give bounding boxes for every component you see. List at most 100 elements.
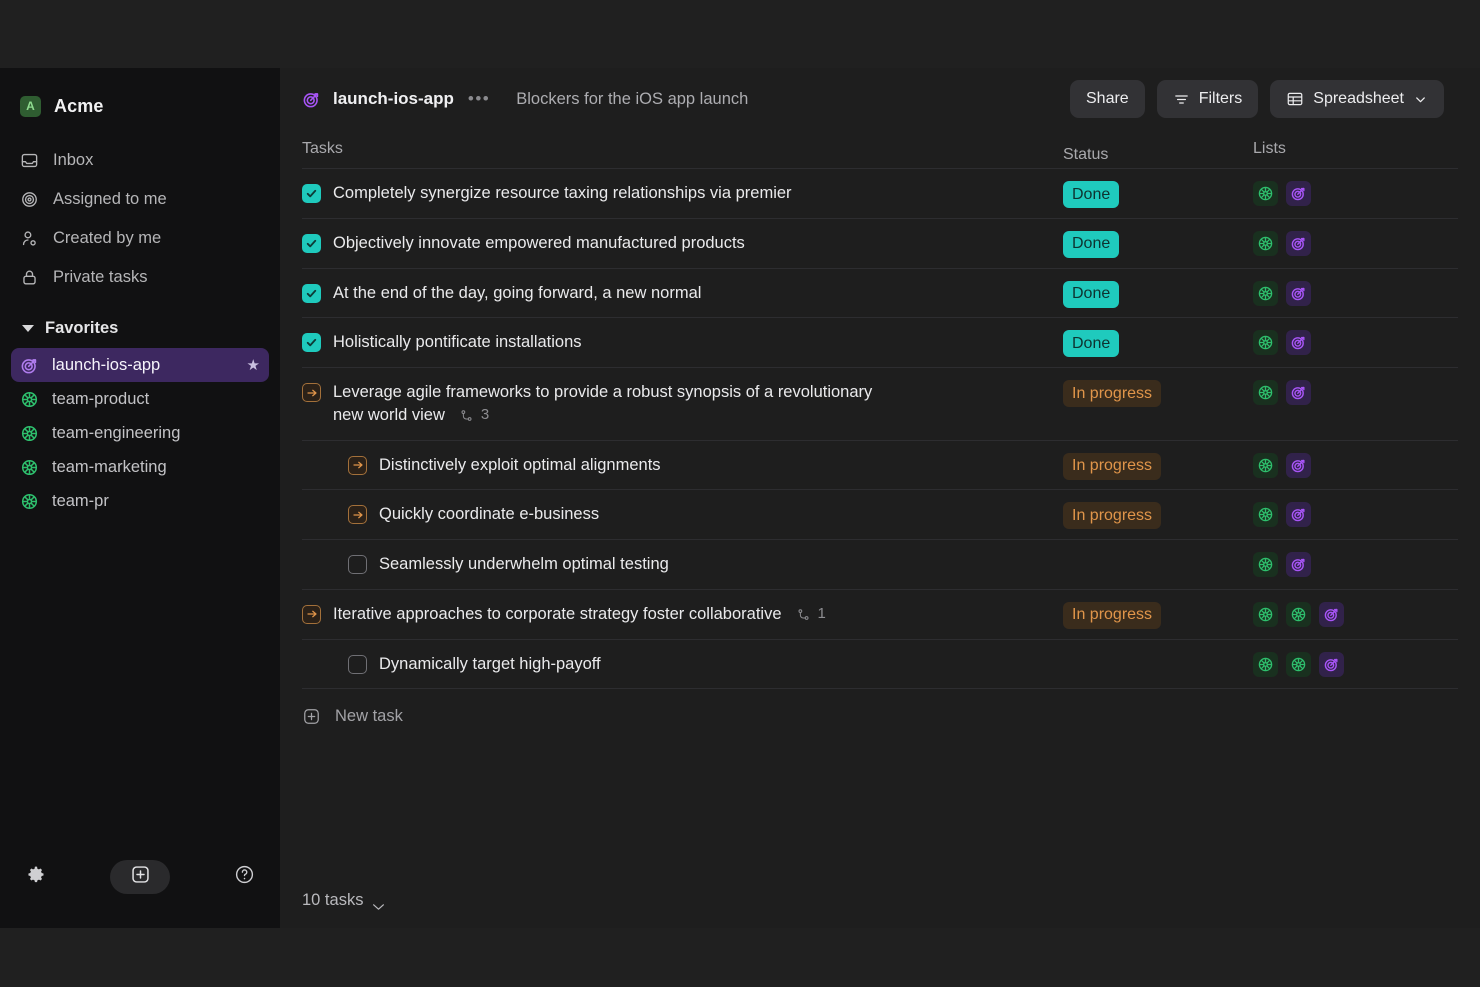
add-button[interactable] — [110, 860, 170, 894]
status-cell[interactable]: In progress — [1063, 441, 1253, 480]
list-chip-team-icon[interactable] — [1253, 552, 1278, 578]
lists-cell[interactable] — [1253, 368, 1458, 406]
sidebar-item-label: Inbox — [53, 151, 94, 169]
star-icon[interactable]: ★ — [247, 356, 260, 374]
status-cell[interactable]: Done — [1063, 219, 1253, 258]
task-checkbox-icon[interactable] — [348, 654, 367, 674]
status-cell[interactable]: Done — [1063, 169, 1253, 208]
lists-cell[interactable] — [1253, 318, 1458, 356]
table-row[interactable]: Leverage agile frameworks to provide a r… — [302, 367, 1458, 440]
list-chip-goal-icon[interactable] — [1319, 601, 1344, 627]
sidebar-item-created-by-me[interactable]: Created by me — [0, 219, 280, 258]
table-row[interactable]: Distinctively exploit optimal alignments… — [302, 439, 1458, 490]
lists-cell[interactable] — [1253, 269, 1458, 306]
sidebar-item-inbox[interactable]: Inbox — [0, 141, 280, 180]
inbox-icon — [20, 151, 39, 170]
table-row[interactable]: Iterative approaches to corporate strate… — [302, 588, 1458, 639]
list-chip-goal-icon[interactable] — [1286, 380, 1311, 406]
list-chip-goal-icon[interactable] — [1286, 502, 1311, 528]
table-row[interactable]: Seamlessly underwhelm optimal testing — [302, 539, 1458, 589]
help-button[interactable] — [230, 863, 258, 891]
favorites-section-header[interactable]: Favorites — [0, 308, 280, 348]
task-in-progress-icon[interactable] — [302, 383, 321, 403]
task-checkbox-checked-icon[interactable] — [302, 333, 321, 353]
task-cell: Objectively innovate empowered manufactu… — [302, 219, 1063, 268]
list-chip-team-icon[interactable] — [1253, 502, 1278, 528]
list-chip-team-icon[interactable] — [1253, 181, 1278, 206]
task-in-progress-icon[interactable] — [348, 505, 367, 525]
task-checkbox-checked-icon[interactable] — [302, 283, 321, 303]
list-chip-goal-icon[interactable] — [1286, 230, 1311, 256]
list-chip-group — [1253, 502, 1311, 528]
list-chip-team-icon[interactable] — [1253, 452, 1278, 478]
new-task-label: New task — [335, 706, 403, 725]
list-chip-goal-icon[interactable] — [1286, 552, 1311, 578]
task-count-dropdown[interactable]: 10 tasks — [302, 891, 385, 910]
task-title: Holistically pontificate installations — [333, 333, 582, 352]
status-cell[interactable]: In progress — [1063, 490, 1253, 530]
table-row[interactable]: Dynamically target high-payoff — [302, 638, 1458, 690]
list-chip-goal-icon[interactable] — [1319, 651, 1344, 677]
settings-button[interactable] — [22, 863, 50, 891]
list-chip-goal-icon[interactable] — [1286, 280, 1311, 306]
task-title: Iterative approaches to corporate strate… — [333, 604, 782, 623]
list-chip-team-icon[interactable] — [1253, 651, 1278, 677]
table-row[interactable]: At the end of the day, going forward, a … — [302, 267, 1458, 318]
list-chip-team-icon[interactable] — [1286, 601, 1311, 627]
sidebar-item-team-marketing[interactable]: team-marketing — [11, 450, 269, 484]
lists-cell[interactable] — [1253, 490, 1458, 528]
sidebar-item-launch-ios-app[interactable]: launch-ios-app ★ — [11, 348, 269, 382]
workspace-name: Acme — [54, 95, 104, 116]
filters-button[interactable]: Filters — [1156, 80, 1259, 118]
task-in-progress-icon[interactable] — [302, 604, 321, 624]
status-cell[interactable]: Done — [1063, 269, 1253, 308]
chevron-down-icon — [372, 897, 385, 910]
task-checkbox-checked-icon[interactable] — [302, 184, 321, 203]
favorites-label: Favorites — [45, 318, 119, 337]
share-button[interactable]: Share — [1070, 80, 1145, 118]
lists-cell[interactable] — [1253, 640, 1458, 677]
lists-cell[interactable] — [1253, 540, 1458, 578]
task-title: Quickly coordinate e-business — [379, 505, 600, 524]
list-chip-team-icon[interactable] — [1286, 651, 1311, 677]
list-chip-team-icon[interactable] — [1253, 280, 1278, 306]
plus-square-icon — [130, 864, 151, 890]
table-row[interactable]: Holistically pontificate installations Do… — [302, 317, 1458, 367]
new-task-button[interactable]: New task — [302, 691, 1458, 741]
sidebar-item-team-pr[interactable]: team-pr — [11, 484, 269, 518]
app-shell: A Acme Inbox Assigned to me Created by m… — [0, 68, 1480, 928]
task-checkbox-checked-icon[interactable] — [302, 233, 321, 253]
table-row[interactable]: Objectively innovate empowered manufactu… — [302, 217, 1458, 268]
lists-cell[interactable] — [1253, 169, 1458, 206]
status-cell[interactable]: In progress — [1063, 368, 1253, 408]
list-chip-team-icon[interactable] — [1253, 330, 1278, 356]
list-chip-goal-icon[interactable] — [1286, 452, 1311, 478]
workspace-switcher[interactable]: A Acme — [0, 82, 280, 124]
lists-cell[interactable] — [1253, 219, 1458, 256]
table-row[interactable]: Quickly coordinate e-business In progress — [302, 489, 1458, 539]
list-chip-team-icon[interactable] — [1253, 230, 1278, 256]
list-chip-team-icon[interactable] — [1253, 601, 1278, 627]
status-cell[interactable]: In progress — [1063, 590, 1253, 629]
status-cell[interactable]: Done — [1063, 318, 1253, 358]
sidebar-item-team-product[interactable]: team-product — [11, 382, 269, 416]
status-cell[interactable] — [1063, 540, 1253, 564]
lists-cell[interactable] — [1253, 590, 1458, 627]
list-chip-team-icon[interactable] — [1253, 380, 1278, 406]
more-options-icon[interactable]: ••• — [466, 89, 492, 109]
task-in-progress-icon[interactable] — [348, 455, 367, 475]
view-switcher-button[interactable]: Spreadsheet — [1270, 80, 1444, 118]
table-body: Completely synergize resource taxing rel… — [302, 168, 1458, 690]
status-cell[interactable] — [1063, 640, 1253, 664]
team-flower-icon — [20, 492, 39, 511]
lists-cell[interactable] — [1253, 441, 1458, 478]
column-header-lists: Lists — [1253, 140, 1286, 157]
sidebar-item-team-engineering[interactable]: team-engineering — [11, 416, 269, 450]
sidebar-item-private-tasks[interactable]: Private tasks — [0, 258, 280, 297]
task-checkbox-icon[interactable] — [348, 555, 367, 575]
sidebar-item-assigned-to-me[interactable]: Assigned to me — [0, 180, 280, 219]
app-window: A Acme Inbox Assigned to me Created by m… — [0, 0, 1480, 987]
list-chip-goal-icon[interactable] — [1286, 181, 1311, 206]
list-chip-goal-icon[interactable] — [1286, 330, 1311, 356]
table-row[interactable]: Completely synergize resource taxing rel… — [302, 168, 1458, 218]
